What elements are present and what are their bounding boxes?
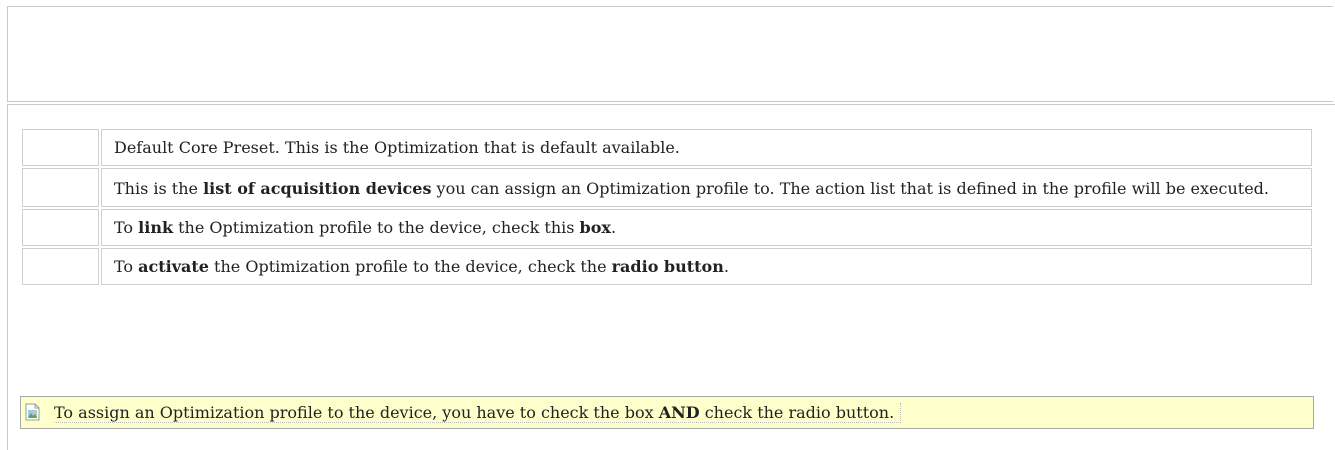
note-text-bold: AND [658,403,700,422]
row-text: This is the [114,179,204,198]
row-text-bold: activate [138,257,209,276]
table-row: This is the list of acquisition devices … [22,168,1312,207]
row-text: you can assign an Optimization profile t… [431,179,1269,198]
description-cell: To activate the Optimization profile to … [101,248,1312,285]
image-cell [22,209,99,246]
description-table: Default Core Preset. This is the Optimiz… [20,127,1314,287]
image-cell [22,168,99,207]
row-text: To [114,218,139,237]
image-cell [22,248,99,285]
row-text-bold: box [579,218,611,237]
description-cell: This is the list of acquisition devices … [101,168,1312,207]
row-text: . [610,218,617,237]
row-text-bold: link [138,218,174,237]
row-text-bold: radio button [611,257,724,276]
row-text: the Optimization profile to the device, … [208,257,612,276]
table-row: To activate the Optimization profile to … [22,248,1312,285]
table-row: Default Core Preset. This is the Optimiz… [22,129,1312,166]
row-text: Default Core Preset. This is the Optimiz… [114,138,680,157]
table-row: To link the Optimization profile to the … [22,209,1312,246]
note-box: To assign an Optimization profile to the… [20,396,1314,429]
header-frame [7,6,1333,102]
row-text: . [723,257,729,276]
note-text-part: check the radio button. [699,403,895,422]
row-text-bold: list of acquisition devices [203,179,432,198]
broken-image-icon [25,403,41,421]
description-cell: To link the Optimization profile to the … [101,209,1312,246]
note-text: To assign an Optimization profile to the… [54,403,902,423]
description-cell: Default Core Preset. This is the Optimiz… [101,129,1312,166]
row-text: To [114,257,139,276]
image-cell [22,129,99,166]
row-text: the Optimization profile to the device, … [173,218,580,237]
note-text-part: To assign an Optimization profile to the… [54,403,659,422]
